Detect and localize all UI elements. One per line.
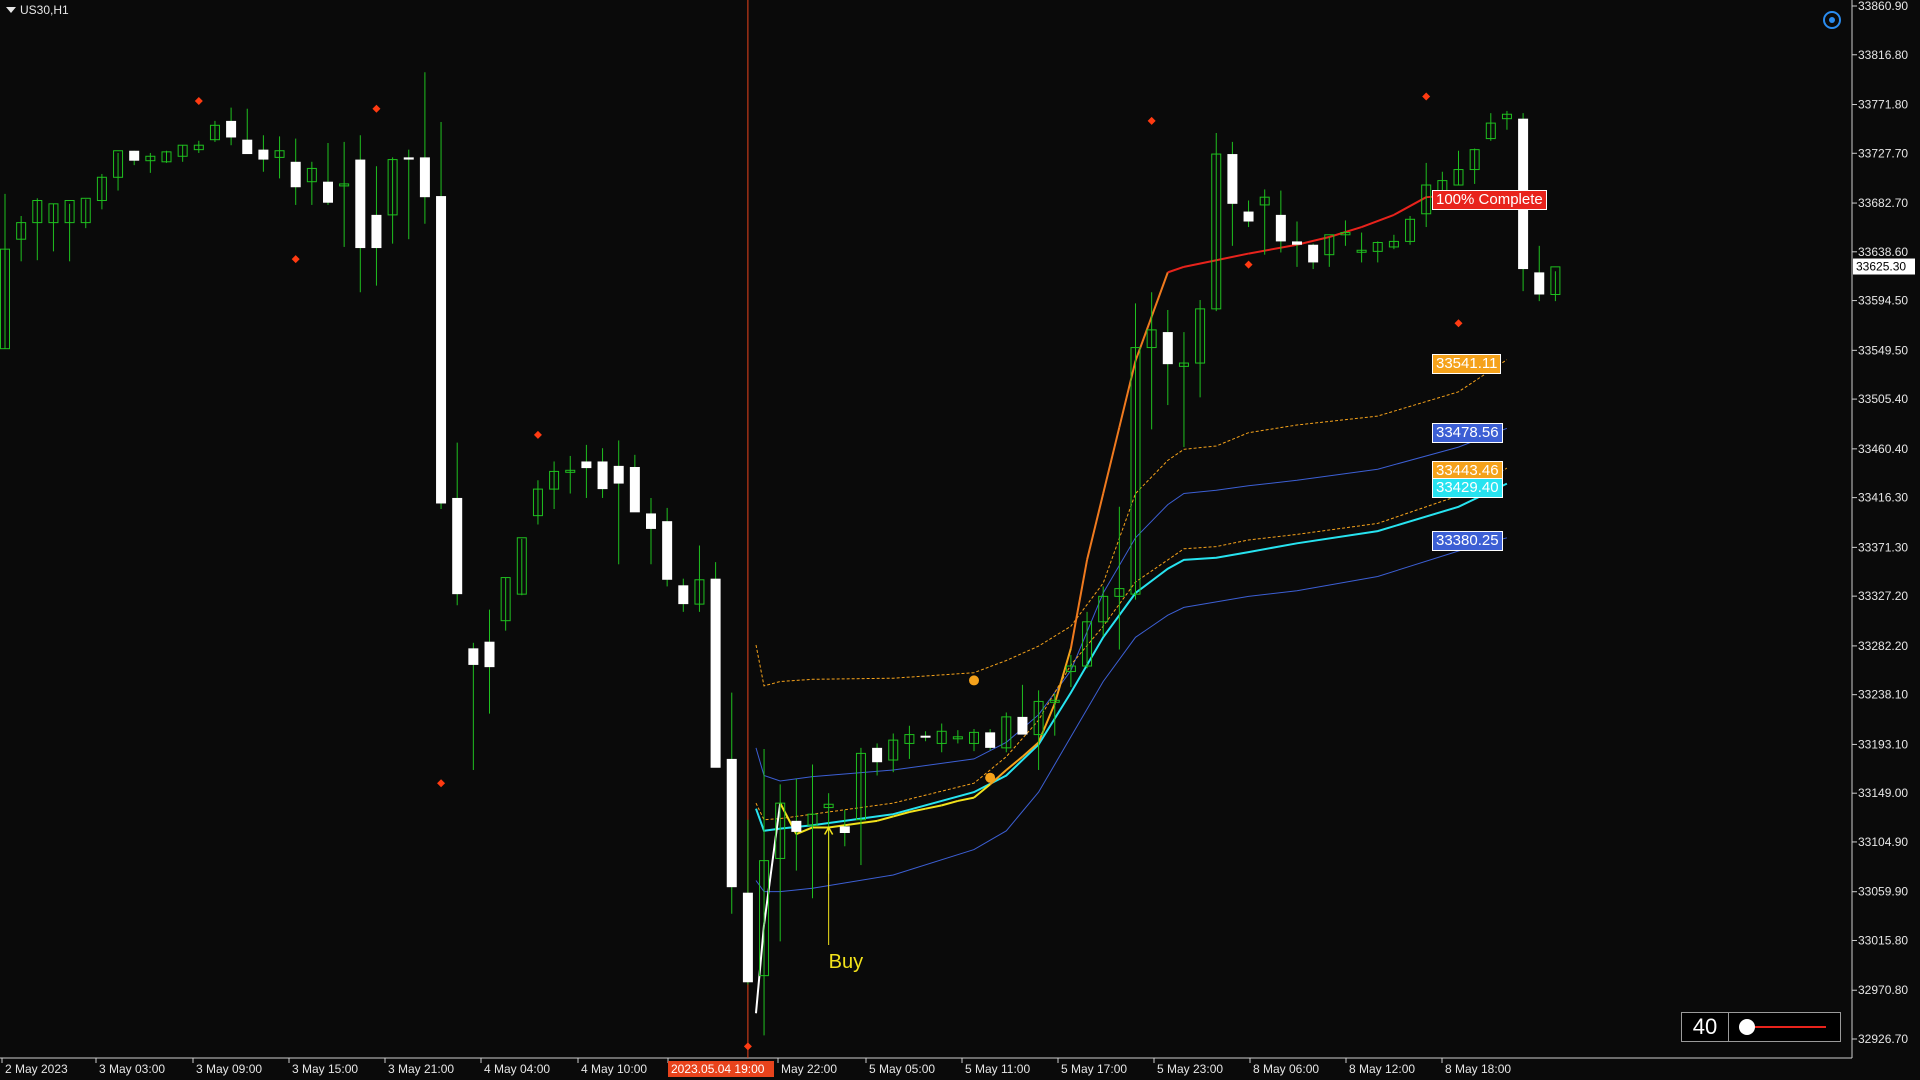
candle-body [355,159,366,249]
time-axis-label: May 22:00 [781,1062,837,1076]
candle-body [791,820,802,832]
price-axis-label: 33771.80 [1858,98,1908,112]
candle-body [646,513,656,529]
price-axis-label: 33193.10 [1858,737,1908,751]
blue-lower-tag: 33380.25 [1432,531,1503,551]
candle-body [920,735,931,738]
candle-body [371,214,382,249]
price-axis-label: 33594.50 [1858,294,1908,308]
depth-slider[interactable] [1729,1013,1840,1041]
symbol-text: US30,H1 [20,3,69,17]
candle-body [678,585,689,605]
candle-body [1017,716,1028,735]
candle-body [242,139,253,155]
price-axis-label: 33816.80 [1858,48,1908,62]
depth-slider-track [1745,1026,1826,1028]
price-axis-label: 33104.90 [1858,835,1908,849]
price-axis-label: 33238.10 [1858,688,1908,702]
candle-body [872,747,883,763]
candle-body [468,648,479,665]
time-axis-label: 3 May 03:00 [99,1062,165,1076]
candle-body [742,892,753,983]
price-axis-label: 33549.50 [1858,343,1908,357]
depth-value[interactable]: 40 [1682,1013,1729,1041]
candle-body [419,157,430,198]
time-axis-label: 5 May 05:00 [869,1062,935,1076]
time-axis-label: 4 May 04:00 [484,1062,550,1076]
candle-body [484,641,495,668]
price-axis-label: 33460.40 [1858,442,1908,456]
time-axis-label: 8 May 18:00 [1445,1062,1511,1076]
time-axis-label: 5 May 11:00 [965,1062,1030,1076]
candle-body [726,758,737,888]
candle-body [581,461,592,469]
price-axis-label: 33282.20 [1858,639,1908,653]
price-axis-label: 33860.90 [1858,0,1908,13]
price-axis-label: 33727.70 [1858,146,1908,160]
time-axis-label: 3 May 21:00 [388,1062,454,1076]
candle-body [258,149,269,160]
price-axis-label: 33682.70 [1858,196,1908,210]
candle-body [1534,272,1545,295]
current-price-label: 33625.30 [1856,260,1906,274]
candle-body [1243,211,1254,222]
candle-body [1292,241,1302,245]
orange-upper-tag: 33541.11 [1432,354,1502,374]
blue-upper-tag: 33478.56 [1432,423,1503,443]
candle-body [403,157,414,160]
target-circle-icon[interactable] [1822,10,1842,30]
complete-tag: 100% Complete [1432,190,1547,210]
candle [710,562,721,768]
price-axis-label: 33015.80 [1858,933,1908,947]
time-axis-label: 3 May 09:00 [196,1062,262,1076]
chart-background [0,0,1852,1058]
candle-body [839,826,850,833]
price-axis-label: 33327.20 [1858,589,1908,603]
time-axis-label: 8 May 12:00 [1349,1062,1415,1076]
candle-body [662,521,673,580]
cursor-time-label: 2023.05.04 19:00 [671,1062,765,1076]
time-axis-label: 2 May 2023 [5,1062,68,1076]
time-axis-label: 8 May 06:00 [1253,1062,1319,1076]
price-axis-label: 33638.60 [1858,245,1908,259]
candle-body [452,497,463,595]
candle-body [985,732,996,748]
candle-body [290,161,301,188]
candle-body [129,150,140,161]
candle-body [323,181,333,203]
candle-body [1162,332,1173,365]
price-axis-label: 33505.40 [1858,392,1908,406]
candle-body [226,120,237,138]
depth-slider-knob[interactable] [1739,1019,1755,1035]
signal-dot [969,675,979,686]
price-axis-label: 33416.30 [1858,491,1908,505]
caret-down-icon[interactable] [6,7,16,13]
price-axis-label: 32970.80 [1858,983,1908,997]
candle-body [436,196,447,504]
buy-label: Buy [829,951,863,973]
price-axis-label: 33149.00 [1858,786,1908,800]
candle-body [613,465,624,484]
time-axis-label: 3 May 15:00 [292,1062,358,1076]
price-axis-label: 33059.90 [1858,885,1908,899]
candle-body [710,578,721,768]
candle-body [1275,214,1286,242]
time-axis-label: 4 May 10:00 [581,1062,647,1076]
candle-body [1308,244,1319,263]
price-axis-label: 32926.70 [1858,1032,1908,1046]
price-axis-label: 33371.30 [1858,540,1908,554]
signal-dot [985,772,996,783]
symbol-label[interactable]: US30,H1 [6,3,69,17]
time-axis-label: 5 May 17:00 [1061,1062,1127,1076]
candle-body [629,466,640,513]
depth-control: 40 [1681,1012,1841,1042]
candle-body [1227,154,1238,204]
price-chart[interactable]: Buy 33860.90 33816.80 33771.80 33727.70 3368… [0,0,1920,1080]
time-axis-label: 5 May 23:00 [1157,1062,1223,1076]
cyan-mid-tag: 33429.40 [1432,478,1503,498]
candle-body [597,461,608,490]
